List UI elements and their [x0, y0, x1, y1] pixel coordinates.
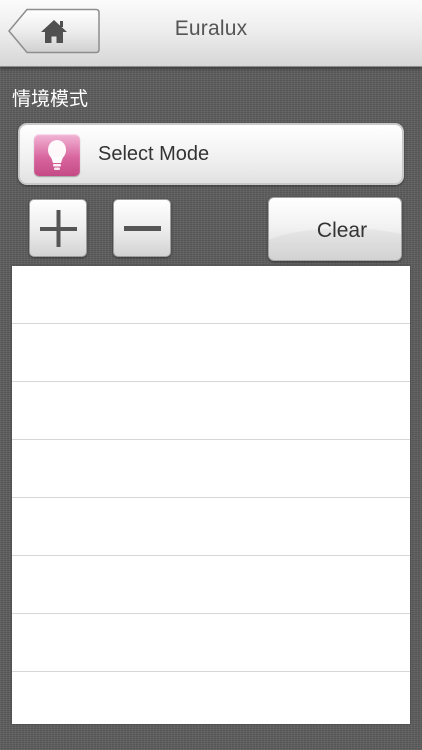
list-item[interactable]: [12, 556, 410, 614]
mode-list[interactable]: [12, 266, 410, 724]
list-item[interactable]: [12, 324, 410, 382]
select-mode-button[interactable]: Select Mode: [18, 123, 404, 185]
list-item[interactable]: [12, 614, 410, 672]
plus-icon: [40, 210, 77, 247]
clear-button-label: Clear: [316, 219, 368, 242]
select-mode-label: Select Mode: [98, 143, 210, 165]
page-title: Euralux: [174, 17, 248, 40]
nav-bar: Euralux: [0, 0, 422, 67]
add-mode-button[interactable]: [29, 199, 87, 257]
section-label: 情境模式: [12, 88, 89, 110]
list-item[interactable]: [12, 440, 410, 498]
lightbulb-icon: [34, 134, 80, 176]
remove-mode-button[interactable]: [113, 199, 171, 257]
list-item[interactable]: [12, 672, 410, 724]
clear-button[interactable]: Clear: [268, 197, 402, 261]
minus-icon: [124, 226, 161, 231]
list-item[interactable]: [12, 498, 410, 556]
list-item[interactable]: [12, 382, 410, 440]
list-item[interactable]: [12, 266, 410, 324]
